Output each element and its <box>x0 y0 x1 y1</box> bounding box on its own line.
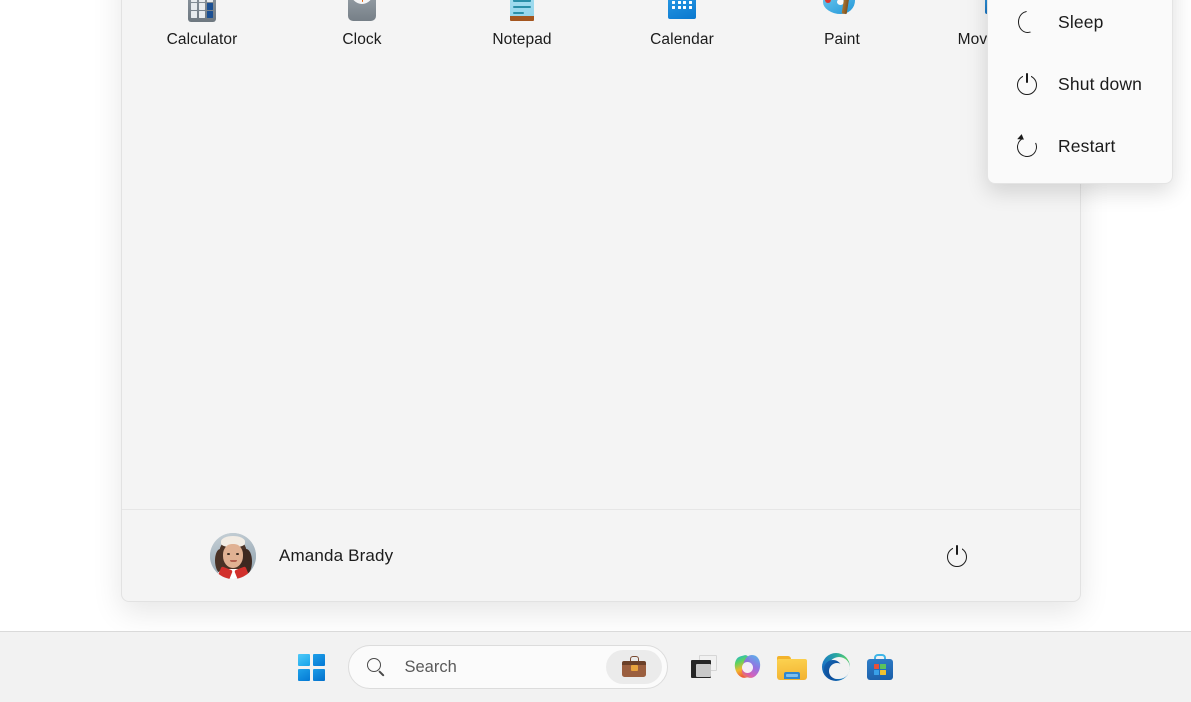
start-button[interactable] <box>290 645 334 689</box>
store-icon <box>866 654 893 680</box>
store-button[interactable] <box>858 645 902 689</box>
power-menu-item-sleep[interactable]: Sleep <box>992 0 1168 53</box>
app-tile-calculator[interactable]: Calculator <box>122 0 282 59</box>
copilot-icon <box>733 653 762 681</box>
task-view-icon <box>690 655 717 679</box>
power-button[interactable] <box>936 534 980 578</box>
user-account-button[interactable]: Amanda Brady <box>198 525 405 587</box>
edge-icon <box>821 653 850 681</box>
copilot-button[interactable] <box>726 645 770 689</box>
search-placeholder: Search <box>404 657 457 676</box>
start-menu: Calculator Clock Notepad Calendar Paint … <box>121 0 1173 602</box>
calculator-icon <box>179 0 225 23</box>
app-label: Calendar <box>650 31 714 48</box>
power-icon <box>947 543 969 567</box>
app-tile-clock[interactable]: Clock <box>282 0 442 59</box>
power-menu-item-shut-down[interactable]: Shut down <box>992 53 1168 115</box>
app-label: Clock <box>342 31 382 48</box>
calendar-icon <box>659 0 705 23</box>
power-menu-item-label: Restart <box>1058 135 1116 156</box>
pinned-apps-grid: Calculator Clock Notepad Calendar Paint … <box>122 0 1082 59</box>
power-menu-item-label: Shut down <box>1058 73 1143 94</box>
task-view-button[interactable] <box>682 645 726 689</box>
taskbar-items: Search <box>290 645 902 689</box>
notepad-icon <box>499 0 545 23</box>
app-tile-paint[interactable]: Paint <box>762 0 922 59</box>
app-label: Paint <box>824 31 860 48</box>
app-tile-notepad[interactable]: Notepad <box>442 0 602 59</box>
app-label: Calculator <box>166 31 238 48</box>
windows-logo-icon <box>298 653 325 681</box>
file-explorer-button[interactable] <box>770 645 814 689</box>
avatar <box>210 532 256 579</box>
account-name: Amanda Brady <box>279 545 394 565</box>
folder-icon <box>776 655 807 680</box>
power-menu-popup: Lock Sleep Shut down Restart <box>987 0 1173 184</box>
search-icon <box>366 657 386 677</box>
briefcase-icon <box>621 656 647 678</box>
app-label: Notepad <box>492 31 552 48</box>
power-menu-item-label: Sleep <box>1058 11 1104 32</box>
power-menu-item-restart[interactable]: Restart <box>992 115 1168 177</box>
edge-button[interactable] <box>814 645 858 689</box>
app-tile-calendar[interactable]: Calendar <box>602 0 762 59</box>
start-menu-footer: Amanda Brady <box>122 509 1080 601</box>
moon-icon <box>1014 7 1046 35</box>
desktop: Calculator Clock Notepad Calendar Paint … <box>0 0 1191 702</box>
clock-icon <box>339 0 385 23</box>
taskbar: Search <box>0 631 1191 702</box>
briefcase-chip-button[interactable] <box>605 650 662 684</box>
paint-icon <box>819 0 865 23</box>
power-icon <box>1014 71 1040 97</box>
restart-icon <box>1014 133 1040 160</box>
search-input[interactable]: Search <box>347 645 668 689</box>
